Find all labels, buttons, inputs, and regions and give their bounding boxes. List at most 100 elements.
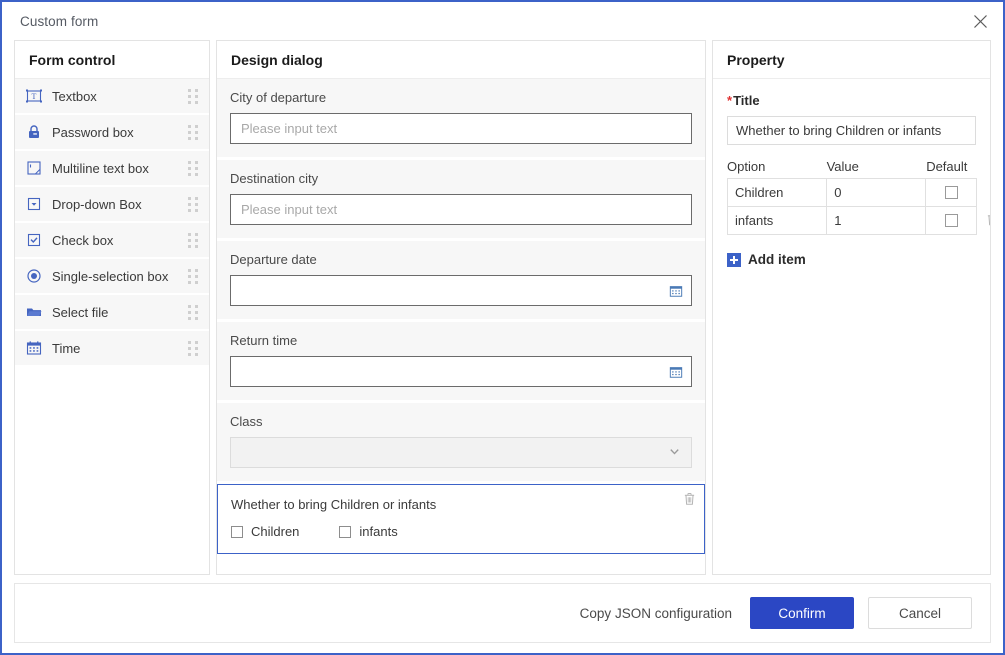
design-dialog-body: City of departure Please input text Dest…: [217, 79, 705, 574]
trash-icon: [683, 492, 696, 509]
checkbox-icon[interactable]: [231, 525, 243, 538]
control-item-label: Single-selection box: [52, 268, 169, 284]
drag-handle-icon[interactable]: [188, 88, 199, 104]
dropdown-icon: [25, 195, 43, 213]
drag-handle-icon[interactable]: [188, 304, 199, 320]
title-label-text: Title: [733, 93, 760, 108]
field-label: Return time: [230, 333, 298, 348]
table-row: infants 1: [728, 207, 990, 235]
checkbox-label: Children: [251, 524, 300, 539]
field-destination-city[interactable]: Destination city Please input text: [217, 160, 705, 241]
control-item-password-box[interactable]: Password box: [15, 115, 209, 151]
window-title: Custom form: [20, 13, 99, 29]
radio-icon: [25, 267, 43, 285]
drag-handle-icon[interactable]: [188, 232, 199, 248]
checkbox-options-row: Children infants: [231, 524, 691, 539]
form-control-list: T Textbox Password box Multiline text bo…: [15, 79, 209, 367]
copy-json-configuration-button[interactable]: Copy JSON configuration: [576, 600, 736, 627]
control-item-label: Check box: [52, 232, 114, 248]
control-item-multiline-text-box[interactable]: Multiline text box: [15, 151, 209, 187]
checkbox-option-children[interactable]: Children: [231, 524, 299, 539]
title-input[interactable]: Whether to bring Children or infants: [727, 116, 976, 145]
design-dialog-header: Design dialog: [217, 41, 705, 79]
class-select[interactable]: [230, 437, 692, 468]
departure-date-input[interactable]: [230, 275, 692, 306]
control-item-time[interactable]: Time: [15, 331, 209, 367]
delete-field-button[interactable]: [683, 492, 696, 509]
cancel-button[interactable]: Cancel: [868, 597, 972, 629]
property-header: Property: [713, 41, 990, 79]
chevron-down-icon: [668, 445, 681, 461]
control-item-select-file[interactable]: Select file: [15, 295, 209, 331]
field-city-of-departure[interactable]: City of departure Please input text: [217, 79, 705, 160]
checkbox-icon: [25, 231, 43, 249]
form-control-header: Form control: [15, 41, 209, 79]
form-control-body: T Textbox Password box Multiline text bo…: [15, 79, 209, 574]
calendar-icon[interactable]: [669, 365, 683, 379]
input-placeholder: Please input text: [241, 121, 338, 136]
table-row: Children 0: [728, 179, 976, 207]
checkbox-label: infants: [359, 524, 398, 539]
field-departure-date[interactable]: Departure date: [217, 241, 705, 322]
input-placeholder: Please input text: [241, 202, 338, 217]
dialog-footer: Copy JSON configuration Confirm Cancel: [14, 583, 991, 643]
column-header-default: Default: [926, 159, 968, 174]
close-icon: [973, 14, 988, 29]
form-control-panel: Form control T Textbox Password box Mult…: [14, 40, 210, 575]
cell-value[interactable]: 0: [827, 179, 927, 206]
column-header-option: Option: [727, 159, 766, 174]
drag-handle-icon[interactable]: [188, 340, 199, 356]
field-class[interactable]: Class: [217, 403, 705, 484]
control-item-single-selection-box[interactable]: Single-selection box: [15, 259, 209, 295]
control-item-label: Password box: [52, 124, 134, 140]
column-header-value: Value: [826, 159, 859, 174]
field-label: Class: [230, 414, 263, 429]
control-item-textbox[interactable]: T Textbox: [15, 79, 209, 115]
plus-square-icon: [727, 252, 741, 267]
lock-icon: [25, 123, 43, 141]
field-children-or-infants-group[interactable]: Whether to bring Children or infants Chi…: [217, 484, 705, 554]
control-item-check-box[interactable]: Check box: [15, 223, 209, 259]
close-button[interactable]: [957, 2, 1003, 40]
calendar-icon[interactable]: [669, 284, 683, 298]
drag-handle-icon[interactable]: [188, 124, 199, 140]
add-item-button[interactable]: Add item: [727, 252, 976, 267]
options-table: Option Value Default Children 0 infants …: [727, 159, 990, 235]
field-return-time[interactable]: Return time: [217, 322, 705, 403]
title-field-label: *Title: [727, 93, 976, 108]
control-item-label: Select file: [52, 304, 109, 320]
field-label: Destination city: [230, 171, 319, 186]
control-item-drop-down-box[interactable]: Drop-down Box: [15, 187, 209, 223]
default-checkbox-icon[interactable]: [944, 186, 958, 199]
city-of-departure-input[interactable]: Please input text: [230, 113, 692, 144]
required-marker: *: [727, 93, 733, 108]
drag-handle-icon[interactable]: [188, 160, 199, 176]
multiline-textbox-icon: [25, 159, 43, 177]
confirm-button[interactable]: Confirm: [750, 597, 854, 629]
drag-handle-icon[interactable]: [188, 196, 199, 212]
cell-default: [926, 179, 976, 206]
destination-city-input[interactable]: Please input text: [230, 194, 692, 225]
cell-option[interactable]: Children: [728, 179, 828, 206]
drag-handle-icon[interactable]: [188, 268, 199, 284]
checkbox-option-infants[interactable]: infants: [339, 524, 398, 539]
delete-row-button[interactable]: [986, 212, 990, 229]
cell-option[interactable]: infants: [728, 207, 828, 234]
svg-text:T: T: [32, 92, 37, 101]
property-body: *Title Whether to bring Children or infa…: [713, 79, 990, 574]
add-item-label: Add item: [748, 252, 806, 267]
textbox-icon: T: [25, 87, 43, 105]
cell-default: [926, 207, 976, 234]
property-panel: Property *Title Whether to bring Childre…: [712, 40, 991, 575]
folder-icon: [25, 303, 43, 321]
control-item-label: Textbox: [52, 88, 97, 104]
trash-icon: [986, 212, 990, 229]
field-label: Departure date: [230, 252, 317, 267]
control-item-label: Time: [52, 340, 81, 356]
return-time-input[interactable]: [230, 356, 692, 387]
cell-value[interactable]: 1: [827, 207, 927, 234]
checkbox-icon[interactable]: [339, 525, 352, 538]
default-checkbox-icon[interactable]: [944, 214, 958, 227]
custom-form-dialog: Custom form Form control T Textbox Passw…: [0, 0, 1005, 655]
control-item-label: Multiline text box: [52, 160, 149, 176]
